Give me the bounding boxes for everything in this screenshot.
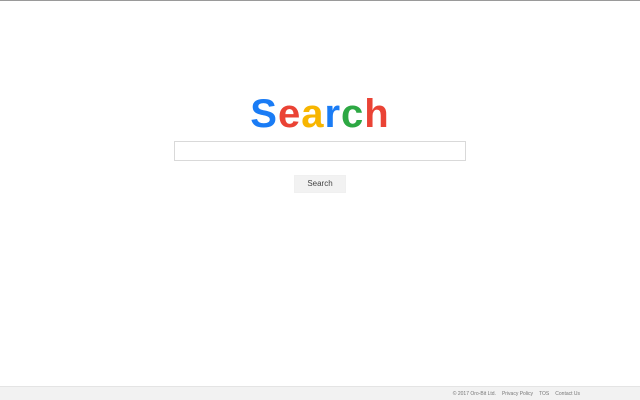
logo-letter-r: r [324,92,342,136]
search-logo: Search [0,90,640,138]
search-input[interactable] [174,141,466,161]
logo-letter-e: e [277,92,302,136]
footer-links: © 2017 Oro-Bit Ltd. Privacy Policy TOS C… [453,387,580,400]
footer-link-privacy-policy[interactable]: Privacy Policy [502,391,533,397]
logo-letter-a: a [301,92,325,136]
top-border [0,0,640,1]
footer: © 2017 Oro-Bit Ltd. Privacy Policy TOS C… [0,386,640,400]
search-button[interactable]: Search [294,175,346,193]
footer-link-contact-us[interactable]: Contact Us [555,391,580,397]
search-page: Search Search © 2017 Oro-Bit Ltd. Privac… [0,0,640,400]
logo-letter-c: c [341,92,365,136]
footer-copyright: © 2017 Oro-Bit Ltd. [452,391,496,397]
logo-letter-s: S [250,92,278,136]
logo-letter-h: h [364,92,390,136]
footer-link-tos[interactable]: TOS [539,391,549,397]
